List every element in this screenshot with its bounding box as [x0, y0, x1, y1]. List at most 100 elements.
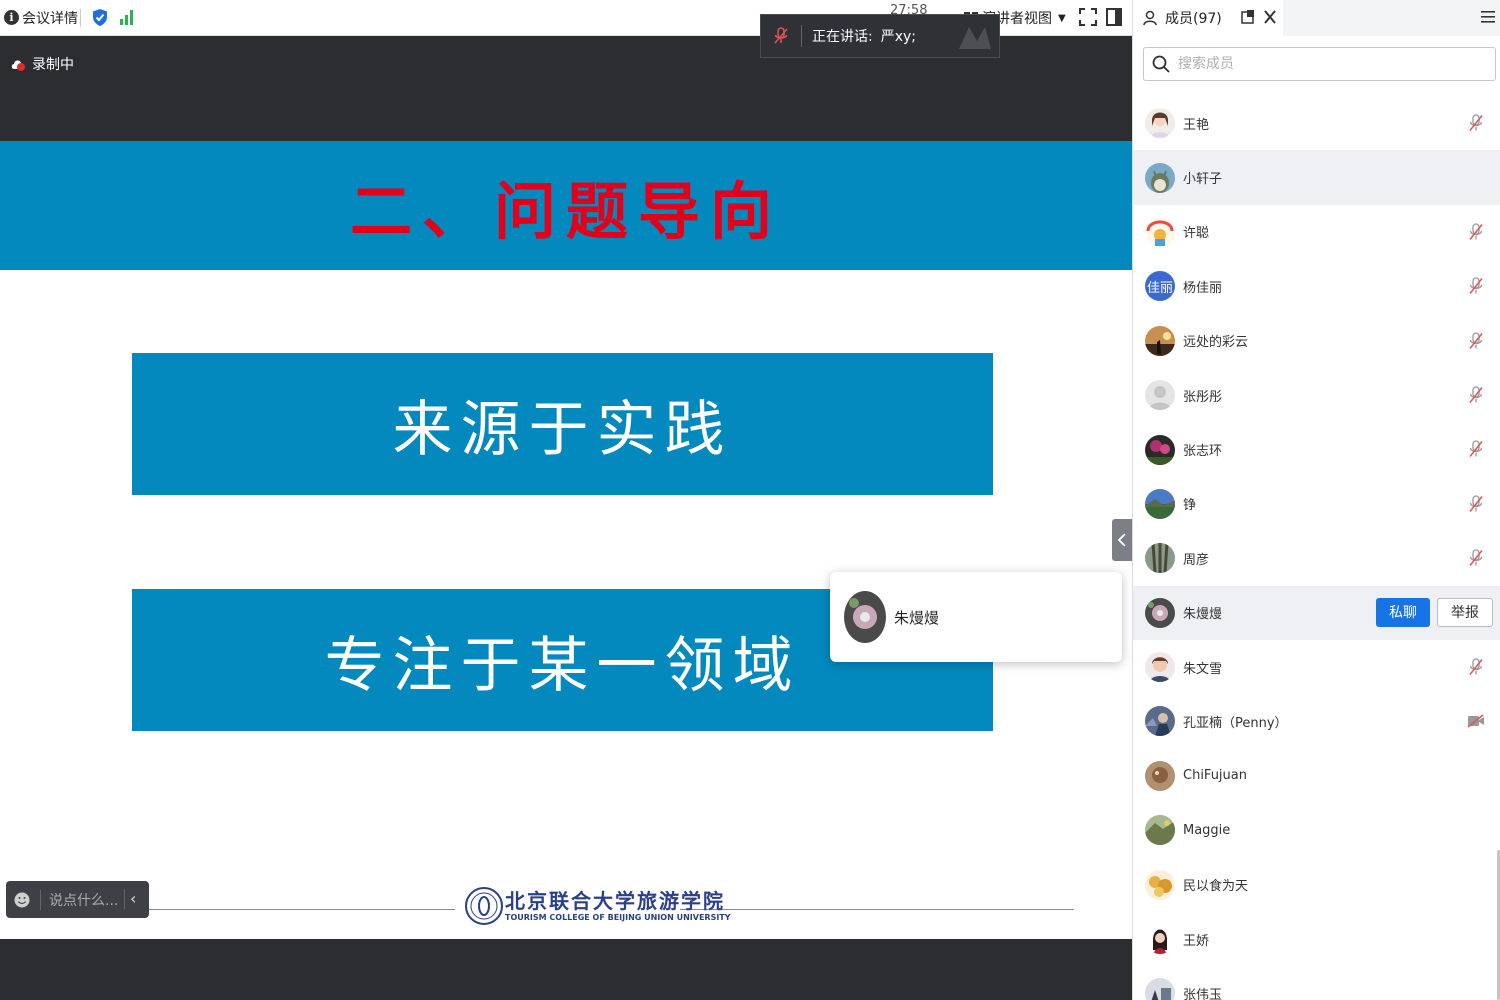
- avatar: [1145, 488, 1175, 519]
- meeting-detail-button[interactable]: 会议详情: [22, 0, 78, 36]
- avatar: [1145, 869, 1175, 900]
- member-name: 远处的彩云: [1183, 335, 1249, 351]
- member-name: 朱文雪: [1183, 661, 1223, 677]
- member-name: 张伟玉: [1183, 987, 1223, 1000]
- speaking-indicator: 正在讲话: 严xy;: [760, 14, 1000, 58]
- avatar: [1145, 162, 1175, 193]
- member-row[interactable]: 张彤彤: [1133, 368, 1500, 422]
- search-icon: [1152, 55, 1170, 73]
- members-icon: [1143, 10, 1157, 26]
- search-box[interactable]: [1143, 47, 1496, 81]
- school-emblem-icon: [465, 887, 503, 925]
- divider: [40, 889, 41, 910]
- member-row[interactable]: Maggie: [1133, 803, 1500, 857]
- recording-label: 录制中: [32, 57, 74, 73]
- member-name: 杨佳丽: [1183, 280, 1223, 296]
- fullscreen-icon[interactable]: [1079, 8, 1097, 26]
- avatar: [1145, 216, 1175, 247]
- member-name: 周彦: [1183, 552, 1210, 568]
- avatar: [1145, 815, 1175, 846]
- member-row[interactable]: 小轩子: [1133, 150, 1500, 205]
- member-row[interactable]: 王娇: [1133, 912, 1500, 966]
- panel-collapse-handle[interactable]: [1112, 519, 1132, 561]
- member-row[interactable]: 张伟玉: [1133, 966, 1500, 1000]
- avatar: [1145, 380, 1175, 411]
- sidebar-toggle-icon[interactable]: [1106, 8, 1122, 26]
- avatar: [1145, 760, 1175, 791]
- member-name: ChiFujuan: [1183, 768, 1247, 784]
- mic-muted-icon: [1469, 223, 1483, 240]
- member-row[interactable]: 远处的彩云: [1133, 314, 1500, 368]
- member-row[interactable]: ChiFujuan: [1133, 749, 1500, 803]
- member-row[interactable]: 朱熳熳 私聊 举报: [1133, 585, 1500, 640]
- close-icon[interactable]: [1263, 8, 1277, 26]
- emoji-icon[interactable]: [14, 892, 30, 908]
- divider: [801, 25, 802, 47]
- member-row[interactable]: 周彦: [1133, 531, 1500, 585]
- members-tab-label: 成员(97): [1165, 11, 1222, 27]
- mic-muted-icon: [1469, 386, 1483, 403]
- members-sidebar: 成员(97) 王艳 小轩子: [1132, 0, 1500, 1000]
- avatar: [1145, 434, 1175, 465]
- private-chat-button[interactable]: 私聊: [1376, 597, 1430, 627]
- member-name: 铮: [1183, 498, 1197, 514]
- member-name: 朱熳熳: [894, 608, 940, 627]
- chevron-left-icon: [1118, 533, 1126, 547]
- info-icon[interactable]: i: [4, 10, 19, 25]
- presentation-slide: 二、问题导向 来源于实践 专注于某一领域 北京联合大学旅游学院 TOURISM …: [0, 141, 1132, 939]
- member-name: 小轩子: [1183, 172, 1223, 188]
- chevron-down-icon: ▼: [1058, 12, 1066, 24]
- divider: [680, 909, 1074, 910]
- mic-muted-icon: [1469, 331, 1483, 349]
- member-row[interactable]: 佳丽 杨佳丽: [1133, 259, 1500, 313]
- report-button[interactable]: 举报: [1437, 597, 1493, 627]
- slide-title: 二、问题导向: [349, 174, 782, 248]
- signal-strength-icon: [120, 10, 133, 25]
- mic-muted-icon: [1469, 440, 1483, 458]
- speaking-name: 严xy;: [880, 29, 917, 45]
- member-name: Maggie: [1183, 822, 1231, 838]
- member-row[interactable]: 许聪: [1133, 205, 1500, 259]
- member-name: 孔亚楠（Penny）: [1183, 715, 1288, 731]
- avatar: [1145, 543, 1175, 574]
- chat-input[interactable]: 说点什么...: [49, 890, 118, 910]
- mic-muted-icon: [1469, 114, 1483, 131]
- mic-muted-icon: [1469, 549, 1483, 567]
- avatar: [1145, 924, 1175, 955]
- sidebar-header: 成员(97): [1133, 0, 1500, 36]
- member-row[interactable]: 铮: [1133, 477, 1500, 531]
- avatar: 佳丽: [1145, 271, 1175, 302]
- shield-icon[interactable]: [92, 8, 108, 27]
- avatar: [1145, 706, 1175, 737]
- member-name: 张彤彤: [1183, 389, 1223, 405]
- member-name: 民以食为天: [1183, 879, 1249, 895]
- popout-icon[interactable]: [1241, 9, 1255, 25]
- mic-muted-icon: [1469, 658, 1483, 675]
- divider: [140, 909, 455, 910]
- watermark-logo-icon: [959, 27, 991, 49]
- member-row[interactable]: 朱文雪: [1133, 640, 1500, 694]
- member-name: 朱熳熳: [1183, 607, 1223, 623]
- mic-muted-icon: [774, 27, 788, 44]
- cloud-recording-icon: [11, 60, 25, 71]
- mic-muted-icon: [1469, 277, 1483, 295]
- school-name-en: TOURISM COLLEGE OF BEIJING UNION UNIVERS…: [505, 913, 731, 922]
- tab-members[interactable]: 成员(97): [1133, 0, 1283, 36]
- avatar: [1145, 325, 1175, 356]
- chevron-left-icon[interactable]: ‹: [130, 890, 146, 908]
- member-hover-card: 朱熳熳: [830, 572, 1122, 662]
- member-list: 王艳 小轩子 许聪 佳丽 杨佳丽 远处的彩云 张彤彤 张志环 铮 周彦 朱熳熳 …: [1133, 96, 1500, 1000]
- member-row[interactable]: 孔亚楠（Penny）: [1133, 694, 1500, 748]
- avatar: [1145, 978, 1175, 1000]
- search-input[interactable]: [1176, 55, 1476, 73]
- member-row[interactable]: 张志环: [1133, 422, 1500, 476]
- member-name: 许聪: [1183, 226, 1210, 242]
- speaking-label: 正在讲话:: [812, 29, 873, 45]
- member-row[interactable]: 民以食为天: [1133, 857, 1500, 911]
- mic-muted-icon: [1469, 495, 1483, 512]
- avatar: [1145, 597, 1175, 628]
- chat-input-bar[interactable]: 说点什么... ‹: [6, 881, 149, 918]
- member-row[interactable]: 王艳: [1133, 96, 1500, 150]
- school-name-cn: 北京联合大学旅游学院: [505, 889, 725, 913]
- menu-icon[interactable]: [1481, 10, 1495, 24]
